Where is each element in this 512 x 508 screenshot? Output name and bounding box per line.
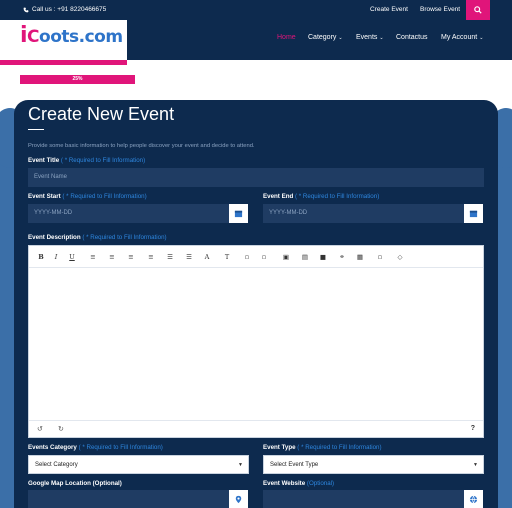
event-type-select[interactable]: Select Event Type ▼ [263,455,484,474]
event-start-label: Event Start ( * Required to Fill Informa… [28,193,147,200]
help-icon[interactable]: ? [471,425,475,432]
required-note: ( * Required to Fill Information) [62,193,147,200]
align-center-button[interactable]: ≡ [106,252,118,263]
unordered-list-button[interactable]: ☰ [183,252,195,263]
logo-letter-c: C [27,27,40,47]
google-map-label: Google Map Location (Optional) [28,480,122,487]
title-divider [28,129,44,130]
required-note: ( * Required to Fill Information) [60,157,146,164]
rich-text-editor[interactable]: B I U ≡ ≡ ≡ ≡ ☰ ☰ A T ▫ ▫ ▣ ▤ ■ ⚭ ▦ ▫ ◇ ↺ ↻ ? [28,245,484,438]
event-description-label: Event Description ( * Required to Fill I… [28,234,167,241]
create-event-link[interactable]: Create Event [370,6,408,13]
website-button[interactable] [464,490,483,508]
calendar-icon [469,210,478,218]
logo-domain: oots.com [39,27,123,47]
progress-bar: 25% [20,75,135,84]
horizontal-rule-button[interactable]: ▫ [374,252,386,263]
undo-icon[interactable]: ↺ [37,425,43,433]
map-location-button[interactable] [229,490,248,508]
required-note: ( * Required to Fill Information) [78,444,163,451]
nav-events-label: Events [356,34,378,41]
events-category-value: Select Category [35,462,78,468]
text-size-button[interactable]: T [221,252,233,263]
event-end-label-text: Event End [263,193,294,200]
events-category-label-text: Events Category [28,444,77,451]
nav-home[interactable]: Home [277,34,296,41]
event-website-label: Event Website (Optional) [263,480,334,487]
event-start-input[interactable]: YYYY-MM-DD [28,204,229,223]
calendar-icon [234,210,243,218]
redo-icon[interactable]: ↻ [58,425,64,433]
event-website-input[interactable] [263,490,464,508]
events-category-select[interactable]: Select Category ▼ [28,455,249,474]
main-header: i Coots.com Home Category ⌄ Events ⌄ Contac… [0,20,512,65]
nav-my-account[interactable]: My Account ⌄ [441,34,483,41]
caret-down-icon: ▼ [238,462,243,468]
align-justify-button[interactable]: ≡ [145,252,157,263]
event-description-label-text: Event Description [28,234,81,241]
chevron-down-icon: ⌄ [479,34,484,41]
event-type-value: Select Event Type [270,462,319,468]
event-start-label-text: Event Start [28,193,61,200]
outdent-button[interactable]: ▫ [258,252,270,263]
events-category-label: Events Category ( * Required to Fill Inf… [28,444,163,451]
font-button[interactable]: A [201,252,213,263]
link-button[interactable]: ⚭ [336,252,348,263]
google-map-input[interactable] [28,490,229,508]
site-logo[interactable]: i Coots.com [20,23,123,48]
search-button[interactable] [466,0,490,20]
code-view-button[interactable]: ◇ [394,252,406,263]
image-button[interactable]: ▣ [280,252,292,263]
event-website-label-text: Event Website [263,480,306,487]
event-title-label: Event Title ( * Required to Fill Informa… [28,157,145,164]
phone-text: Call us : +91 8220466675 [32,6,107,13]
event-start-calendar-button[interactable] [229,204,248,223]
file-button[interactable]: ▤ [299,252,311,263]
required-note: ( * Required to Fill Information) [295,193,380,200]
align-right-button[interactable]: ≡ [125,252,137,263]
video-button[interactable]: ■ [317,252,329,263]
nav-contactus[interactable]: Contactus [396,34,428,41]
event-end-label: Event End ( * Required to Fill Informati… [263,193,379,200]
logo-area[interactable]: i Coots.com [0,20,127,65]
form-description: Provide some basic information to help p… [28,143,255,149]
browse-event-link[interactable]: Browse Event [420,6,460,13]
caret-down-icon: ▼ [473,462,478,468]
italic-button[interactable]: I [50,252,62,263]
bold-button[interactable]: B [35,252,47,263]
nav-category-label: Category [308,34,337,41]
phone-icon [23,7,29,12]
event-end-input[interactable]: YYYY-MM-DD [263,204,464,223]
indent-button[interactable]: ▫ [241,252,253,263]
search-icon [474,6,482,14]
nav-category[interactable]: Category ⌄ [308,34,343,41]
map-pin-icon [235,495,242,504]
required-note: ( * Required to Fill Information) [82,234,167,241]
optional-note: (Optional) [306,480,335,487]
globe-icon [469,495,478,504]
nav-events[interactable]: Events ⌄ [356,34,384,41]
logo-underline [0,60,127,65]
editor-footer: ↺ ↻ ? [29,420,483,437]
event-type-label: Event Type ( * Required to Fill Informat… [263,444,382,451]
page-title: Create New Event [28,104,175,124]
logo-letter-i: i [20,23,28,48]
top-bar: Call us : +91 8220466675 Create Event Br… [0,0,512,20]
align-left-button[interactable]: ≡ [87,252,99,263]
event-title-label-text: Event Title [28,157,60,164]
table-button[interactable]: ▦ [354,252,366,263]
event-type-label-text: Event Type [263,444,296,451]
phone-contact: Call us : +91 8220466675 [23,6,106,13]
nav-my-account-label: My Account [441,34,478,41]
chevron-down-icon: ⌄ [338,34,343,41]
chevron-down-icon: ⌄ [379,34,384,41]
ordered-list-button[interactable]: ☰ [164,252,176,263]
event-end-calendar-button[interactable] [464,204,483,223]
underline-button[interactable]: U [66,252,78,263]
event-title-input[interactable]: Event Name [28,168,484,187]
required-note: ( * Required to Fill Information) [297,444,382,451]
editor-toolbar: B I U ≡ ≡ ≡ ≡ ☰ ☰ A T ▫ ▫ ▣ ▤ ■ ⚭ ▦ ▫ ◇ [29,246,483,268]
